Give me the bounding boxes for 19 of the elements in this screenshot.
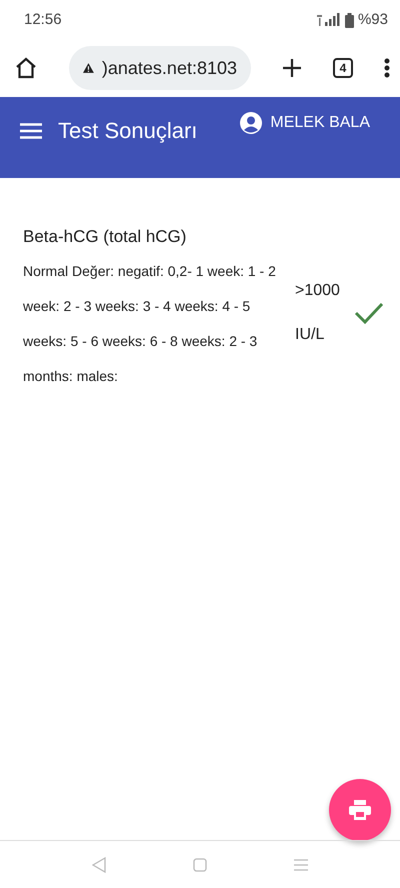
address-bar[interactable]: )anates.net:8103 xyxy=(69,46,251,90)
home-icon[interactable] xyxy=(14,56,38,80)
add-icon[interactable] xyxy=(282,58,302,78)
tab-count[interactable]: 4 xyxy=(333,58,353,78)
page-title: Test Sonuçları xyxy=(58,117,198,145)
signal-icon xyxy=(316,13,341,27)
battery-icon xyxy=(344,12,354,28)
menu-icon[interactable] xyxy=(20,122,42,138)
status-time: 12:56 xyxy=(24,10,62,30)
battery-level: %93 xyxy=(358,10,388,30)
more-icon[interactable] xyxy=(384,58,390,78)
user-icon xyxy=(240,112,262,134)
normal-range-text: Normal Değer: negatif: 0,2- 1 week: 1 - 2 week: 2 - 3 weeks: 3 - 4 weeks: 4 - 5 weeks: 5 - 6 weeks: 6 - 8 weeks: 2 - 3 months: males: xyxy=(23,262,277,386)
result-value: >1000 xyxy=(295,281,340,301)
result-unit: IU/L xyxy=(295,325,326,345)
test-name: Beta-hCG (total hCG) xyxy=(23,226,188,248)
print-icon xyxy=(349,800,371,820)
print-button[interactable] xyxy=(329,779,391,841)
user-name[interactable]: MELEK BALA xyxy=(270,111,370,135)
